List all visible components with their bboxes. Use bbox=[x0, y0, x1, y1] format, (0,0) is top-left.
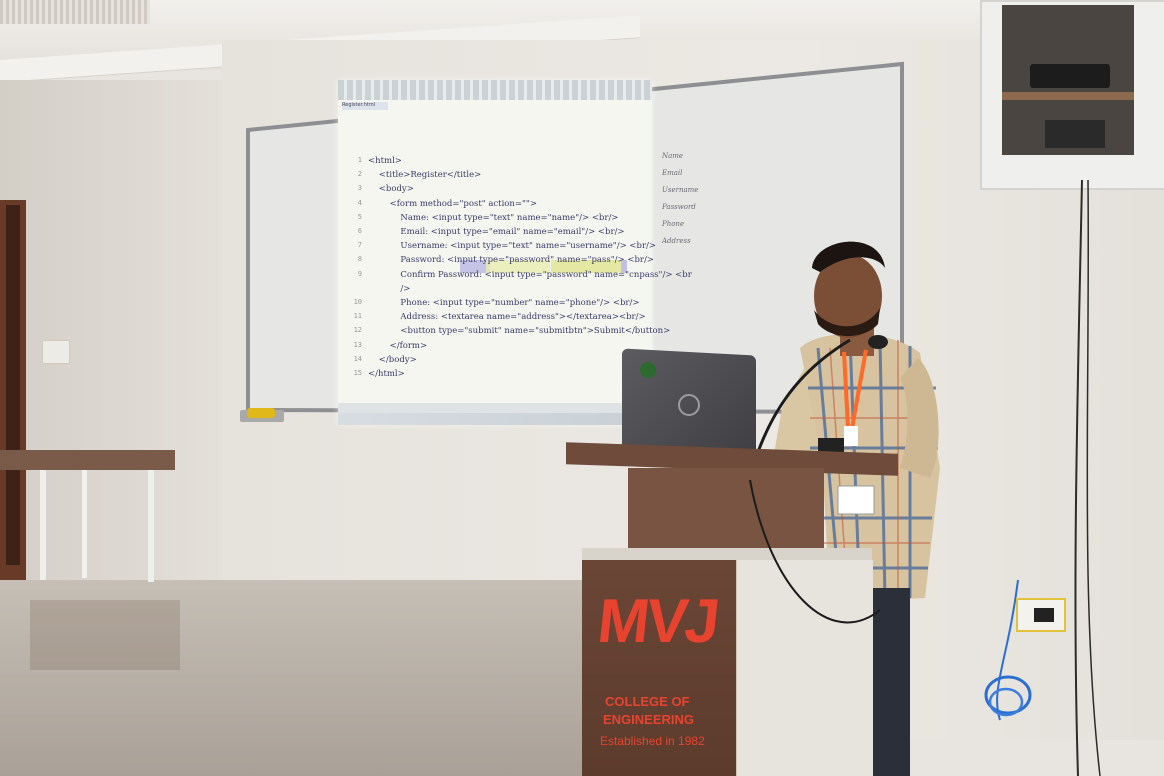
code-text: <body> bbox=[368, 184, 414, 195]
taskbar bbox=[338, 413, 652, 425]
switch-plate bbox=[42, 340, 70, 364]
whiteboard-notes: Name Email Username Password Phone Address bbox=[662, 152, 722, 262]
whiteboard-note: Name bbox=[662, 152, 684, 160]
whiteboard-note: Username bbox=[662, 186, 699, 194]
code-text: <form method="post" action=""> bbox=[368, 198, 537, 209]
code-line: 3 <body> bbox=[358, 184, 414, 195]
line-number: 6 bbox=[357, 227, 362, 235]
line-number: 4 bbox=[357, 198, 362, 207]
code-line: 12 <button type="submit" name="submitbtn… bbox=[354, 326, 671, 337]
code-text: </html> bbox=[368, 369, 405, 379]
line-number: 5 bbox=[357, 212, 362, 221]
whiteboard-note: Email bbox=[662, 169, 683, 177]
code-text: <title>Register</title> bbox=[368, 170, 482, 181]
editor-statusbar bbox=[338, 403, 652, 413]
code-text: <button type="submit" name="submitbtn">S… bbox=[368, 326, 671, 337]
code-text: Confirm Password: <input type="password"… bbox=[368, 269, 692, 280]
line-number: 14 bbox=[353, 354, 362, 363]
side-table-top bbox=[0, 450, 175, 470]
line-number: 3 bbox=[357, 184, 362, 193]
floor-reflection bbox=[30, 600, 180, 670]
ceiling-vent bbox=[0, 0, 150, 24]
av-device bbox=[1045, 120, 1105, 148]
side-table-leg bbox=[82, 470, 87, 578]
laptop-cable bbox=[749, 479, 881, 624]
line-number: 2 bbox=[357, 170, 362, 179]
code-line: 11 Address: <textarea name="address"></t… bbox=[354, 312, 646, 323]
line-number: 7 bbox=[357, 241, 362, 250]
line-number: 1 bbox=[357, 156, 362, 164]
side-table-leg bbox=[148, 470, 154, 582]
wall-cables bbox=[984, 180, 1101, 776]
line-number: 11 bbox=[353, 312, 362, 321]
code-text: /> bbox=[368, 283, 411, 294]
classroom-scene: Register.html 1 <html> 2 <title>Register</… bbox=[0, 0, 1164, 776]
code-line: 2 <title>Register</title> bbox=[358, 170, 482, 181]
line-number: 10 bbox=[353, 298, 362, 306]
laptop-logo-icon bbox=[678, 394, 700, 416]
laptop-sticker bbox=[640, 362, 656, 378]
line-number: 13 bbox=[353, 340, 362, 349]
code-line: 1 <html> bbox=[358, 156, 402, 166]
college-name-line2: ENGINEERING bbox=[603, 712, 695, 727]
code-text: Email: <input type="email" name="email"/… bbox=[368, 227, 625, 237]
side-table-leg bbox=[40, 470, 46, 580]
code-text: <html> bbox=[368, 156, 402, 166]
code-line: 9 Confirm Password: <input type="passwor… bbox=[358, 269, 692, 280]
code-line: 7 Username: <input type="text" name="use… bbox=[358, 241, 657, 252]
code-text: </form> bbox=[368, 340, 428, 351]
code-text: Username: <input type="text" name="usern… bbox=[368, 241, 657, 252]
code-line: 5 Name: <input type="text" name="name"/>… bbox=[358, 212, 619, 223]
wall-socket-plug bbox=[1034, 608, 1054, 622]
college-name-line1: COLLEGE OF bbox=[605, 694, 690, 709]
code-text: </body> bbox=[368, 354, 417, 365]
whiteboard-note: Phone bbox=[662, 220, 685, 228]
yellow-marker bbox=[247, 408, 275, 418]
code-line: 15 </html> bbox=[354, 369, 405, 379]
left-wall bbox=[0, 80, 225, 620]
av-device bbox=[1030, 64, 1110, 88]
door-frame-inner bbox=[6, 205, 20, 565]
code-line: 6 Email: <input type="email" name="email… bbox=[358, 227, 625, 237]
code-text: Password: <input type="password" name="p… bbox=[368, 255, 654, 266]
code-text: Phone: <input type="number" name="phone"… bbox=[368, 298, 640, 308]
projection-screen: Register.html 1 <html> 2 <title>Register</… bbox=[338, 80, 692, 425]
editor-tab: Register.html bbox=[342, 102, 388, 110]
line-number: 8 bbox=[357, 255, 362, 264]
editor-toolbar bbox=[338, 80, 652, 100]
college-established: Established in 1982 bbox=[600, 734, 705, 748]
line-number: 9 bbox=[357, 269, 362, 278]
code-text: Address: <textarea name="address"></text… bbox=[368, 312, 646, 323]
code-line: 10 Phone: <input type="number" name="pho… bbox=[354, 298, 640, 308]
line-number: 12 bbox=[353, 326, 362, 335]
code-line: 14 </body> bbox=[354, 354, 417, 365]
code-line: /> bbox=[368, 284, 410, 294]
code-line: 13 </form> bbox=[354, 340, 428, 351]
code-line: 4 <form method="post" action=""> bbox=[358, 198, 537, 209]
av-shelf bbox=[1002, 92, 1134, 100]
line-number: 15 bbox=[353, 369, 362, 377]
college-logo: MVJ bbox=[594, 587, 721, 656]
code-line: 8 Password: <input type="password" name=… bbox=[358, 255, 654, 266]
whiteboard-note: Password bbox=[662, 203, 696, 211]
whiteboard-note: Address bbox=[662, 237, 691, 245]
code-text: Name: <input type="text" name="name"/> <… bbox=[368, 212, 619, 223]
